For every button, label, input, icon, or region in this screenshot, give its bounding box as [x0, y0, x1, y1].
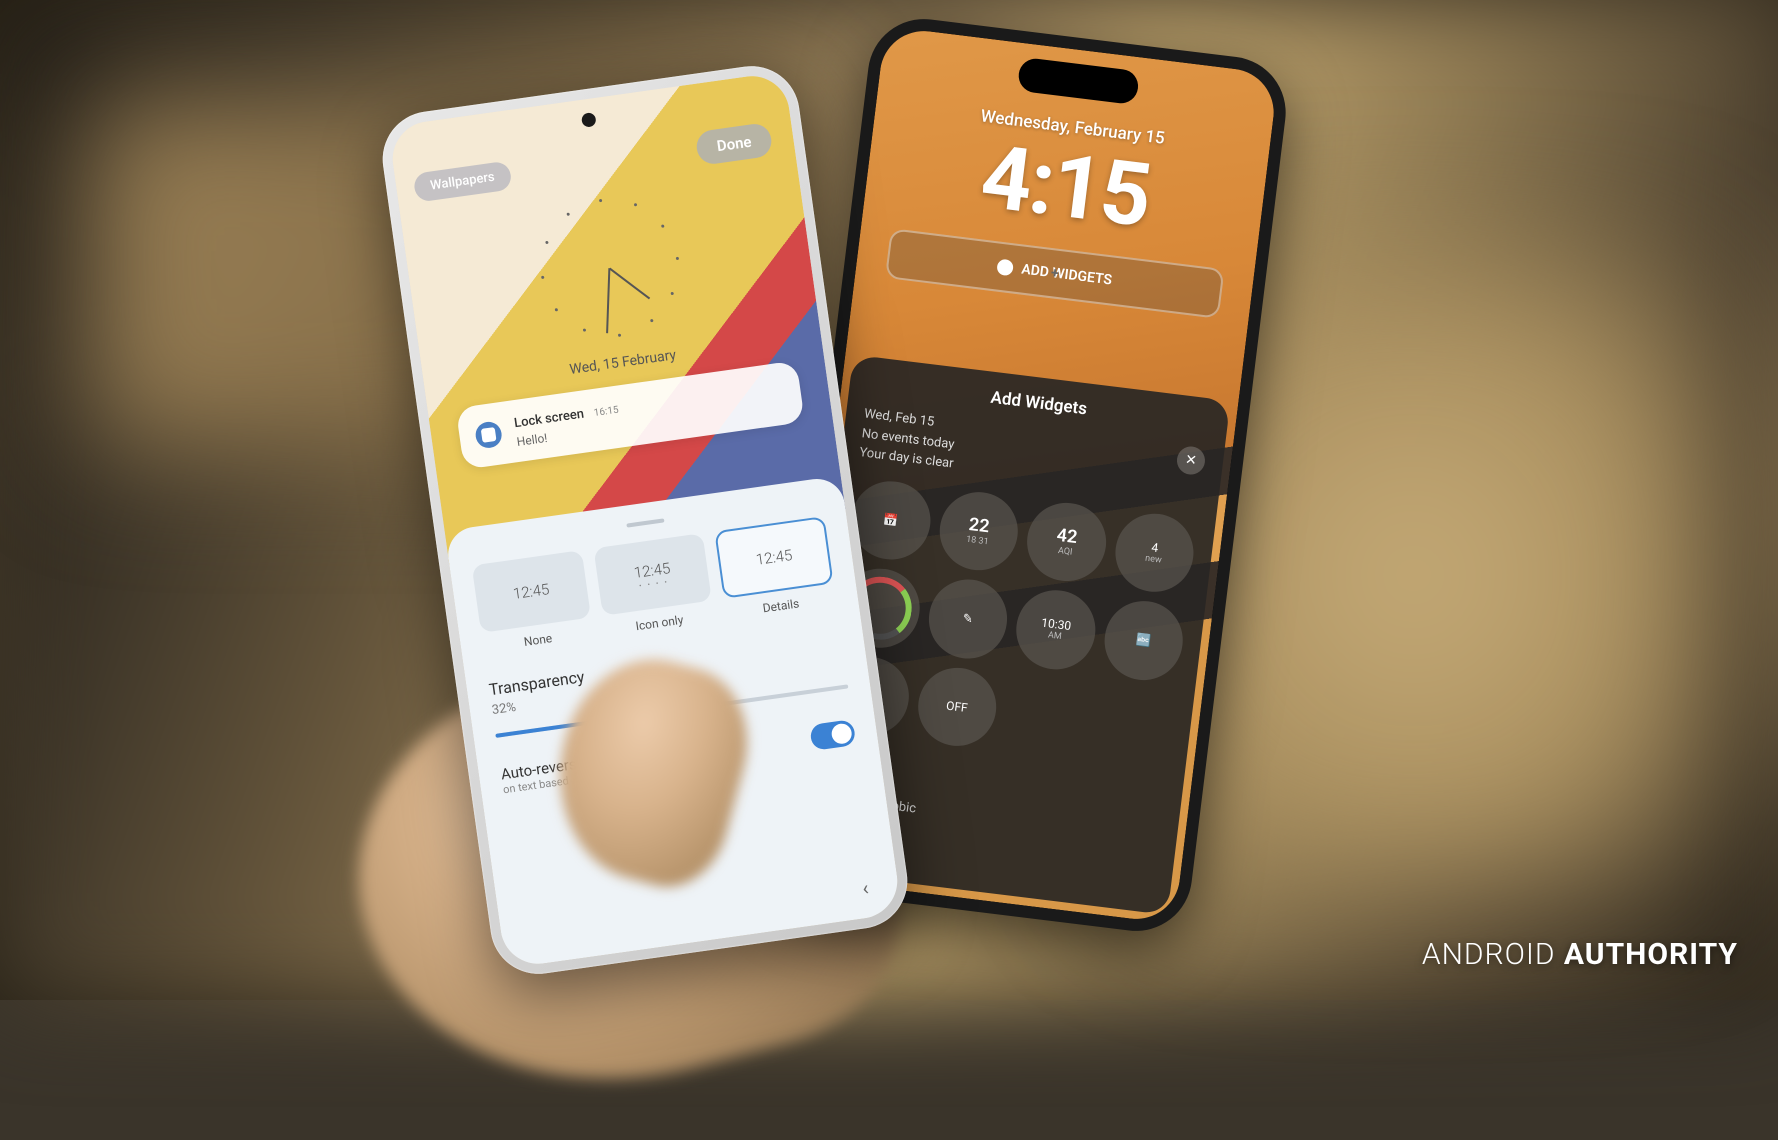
option-none[interactable]: 12:45 None — [472, 550, 594, 655]
analog-clock-widget[interactable] — [525, 183, 694, 352]
photo-scene: Wednesday, February 15 4:15 + ADD WIDGET… — [0, 0, 1778, 1000]
notification-body: Hello! — [516, 431, 548, 449]
pencil-icon: ✎ — [962, 611, 974, 626]
notification-time: 16:15 — [593, 405, 619, 419]
notification-card[interactable]: Lock screen 16:15 Hello! — [456, 360, 805, 469]
wallpapers-button[interactable]: Wallpapers — [413, 161, 513, 203]
watermark: ANDROID AUTHORITY — [1422, 937, 1738, 972]
widget-translate[interactable]: 🔤 — [1100, 597, 1187, 684]
widget-mail[interactable]: 4new — [1110, 509, 1197, 596]
widget-focus-off[interactable]: OFF — [913, 663, 1000, 750]
calendar-icon: 📅 — [882, 512, 899, 528]
notification-content: Lock screen 16:15 Hello! — [513, 398, 622, 450]
option-details[interactable]: 12:45 Details — [715, 516, 837, 621]
notification-title: Lock screen — [513, 407, 585, 432]
auto-reverse-toggle[interactable] — [809, 719, 856, 751]
translate-icon: 🔤 — [1135, 632, 1152, 648]
lockscreen-date[interactable]: Wed, 15 February — [569, 347, 678, 378]
widget-edit[interactable]: ✎ — [924, 575, 1011, 662]
widget-aqi[interactable]: 42AQI — [1023, 498, 1110, 585]
widget-weather[interactable]: 2218 31 — [935, 487, 1022, 574]
option-icon-only[interactable]: 12:45• • • • Icon only — [593, 533, 715, 638]
notification-app-icon — [474, 420, 503, 449]
clock-minute-hand — [607, 268, 611, 333]
notification-style-options: 12:45 None 12:45• • • • Icon only 12:45 … — [472, 516, 837, 655]
back-button[interactable]: ‹ — [861, 876, 870, 901]
clock-hour-hand — [609, 268, 650, 300]
add-widgets-label: ADD WIDGETS — [1020, 261, 1112, 288]
lockscreen-time[interactable]: 4:15 — [976, 125, 1156, 248]
done-button[interactable]: Done — [695, 122, 774, 166]
drag-handle[interactable] — [626, 518, 664, 527]
widget-alarm[interactable]: 10:30AM — [1012, 586, 1099, 673]
